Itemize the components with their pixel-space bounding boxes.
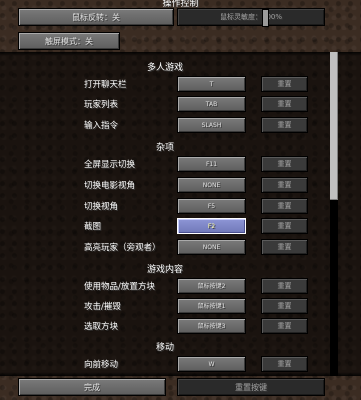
binding-label-chat: 打开聊天栏	[84, 80, 127, 90]
reset-button-spectator[interactable]: 重置	[261, 239, 308, 255]
sensitivity-slider[interactable]: 鼠标灵敏度：100%	[177, 8, 325, 27]
done-button[interactable]: 完成	[18, 378, 166, 396]
binding-label-fullscreen: 全屏显示切换	[84, 160, 136, 170]
reset-button-perspective[interactable]: 重置	[261, 198, 308, 214]
key-button-cinematic[interactable]: NONE	[177, 177, 246, 193]
binding-label-use: 使用物品/放置方块	[84, 282, 155, 292]
binding-label-command: 输入指令	[84, 121, 119, 131]
key-button-chat[interactable]: T	[177, 76, 246, 92]
category-gameplay: 游戏内容	[146, 265, 183, 275]
binding-label-cinematic: 切换电影视角	[84, 181, 136, 191]
keybinding-list[interactable]: 多人游戏 打开聊天栏 T 重置 玩家列表 TAB 重置 输入指令 SLASH 重…	[0, 52, 361, 376]
category-movement: 移动	[155, 343, 174, 353]
reset-button-screenshot[interactable]: 重置	[261, 218, 308, 234]
binding-label-screenshot: 截图	[84, 222, 102, 232]
touchscreen-button[interactable]: 触屏模式：关	[18, 32, 120, 50]
key-button-fullscreen[interactable]: F11	[177, 156, 246, 172]
key-button-command[interactable]: SLASH	[177, 117, 246, 133]
list-scrollbar[interactable]	[330, 52, 338, 376]
reset-button-cinematic[interactable]: 重置	[261, 177, 308, 193]
binding-label-playerlist: 玩家列表	[84, 100, 119, 110]
key-button-screenshot[interactable]: F2	[177, 218, 246, 234]
reset-button-use[interactable]: 重置	[261, 278, 308, 294]
key-button-attack[interactable]: 鼠标按键1	[177, 298, 246, 314]
category-multiplayer: 多人游戏	[146, 63, 183, 73]
reset-button-command[interactable]: 重置	[261, 117, 308, 133]
reset-button-fullscreen[interactable]: 重置	[261, 156, 308, 172]
reset-button-attack[interactable]: 重置	[261, 298, 308, 314]
binding-label-pick: 选取方块	[84, 322, 119, 332]
key-button-perspective[interactable]: F5	[177, 198, 246, 214]
reset-keys-button[interactable]: 重置按键	[177, 378, 325, 396]
reset-button-chat[interactable]: 重置	[261, 76, 308, 92]
key-button-pick[interactable]: 鼠标按键3	[177, 318, 246, 334]
sensitivity-label: 鼠标灵敏度：100%	[219, 13, 282, 21]
footer: 完成 重置按键	[0, 376, 361, 400]
category-misc: 杂项	[155, 143, 174, 153]
key-button-playerlist[interactable]: TAB	[177, 96, 246, 112]
binding-label-spectator: 高亮玩家（旁观者）	[84, 243, 161, 253]
binding-label-perspective: 切换视角	[84, 202, 119, 212]
slider-handle[interactable]	[262, 9, 269, 27]
key-button-forward[interactable]: W	[177, 356, 246, 372]
options-header: 操作控制 鼠标反转：关 鼠标灵敏度：100% 触屏模式：关	[0, 0, 361, 52]
key-button-spectator[interactable]: NONE	[177, 239, 246, 255]
binding-label-attack: 攻击/摧毁	[84, 302, 121, 312]
reset-button-forward[interactable]: 重置	[261, 356, 308, 372]
mouse-invert-button[interactable]: 鼠标反转：关	[18, 8, 174, 26]
reset-button-pick[interactable]: 重置	[261, 318, 308, 334]
reset-button-playerlist[interactable]: 重置	[261, 96, 308, 112]
binding-label-forward: 向前移动	[84, 360, 119, 370]
key-button-use[interactable]: 鼠标按键2	[177, 278, 246, 294]
scrollbar-thumb[interactable]	[330, 52, 338, 200]
